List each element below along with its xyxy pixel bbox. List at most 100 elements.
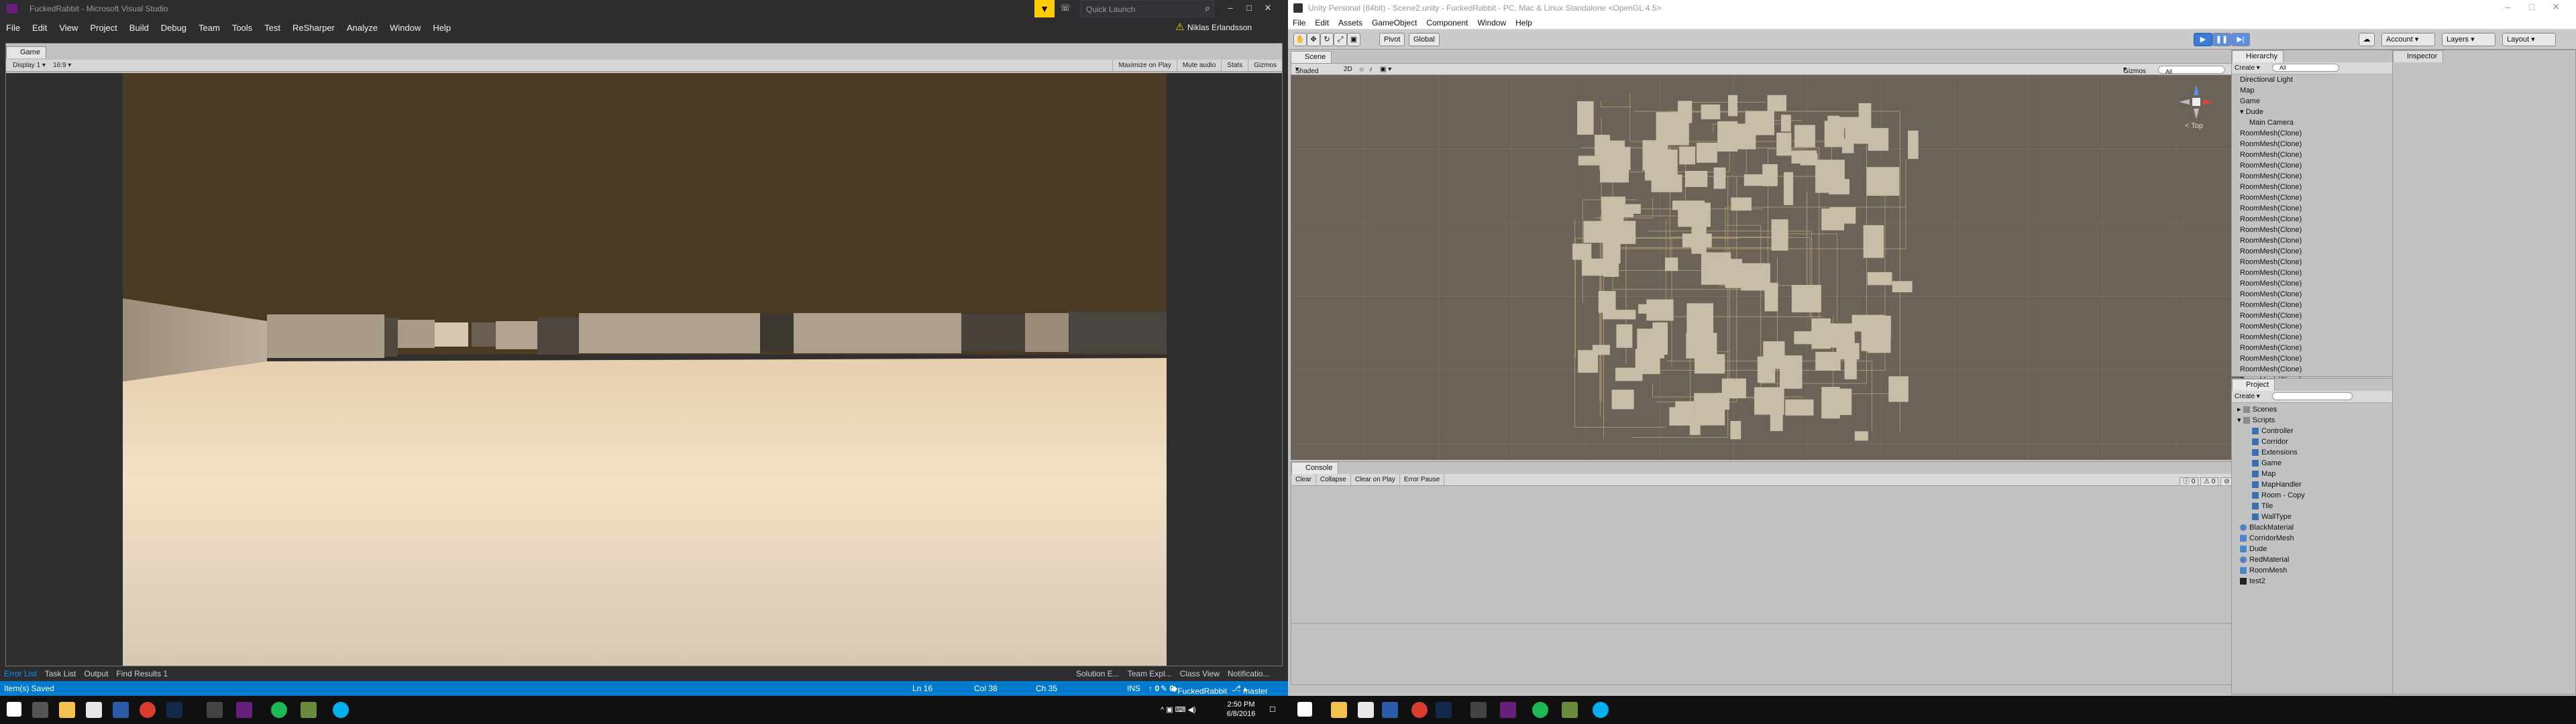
- hierarchy-item[interactable]: RoomMesh(Clone): [2232, 149, 2405, 160]
- maximize-icon[interactable]: □: [1240, 0, 1258, 13]
- scene-search-input[interactable]: All: [2158, 66, 2225, 75]
- vs-right-tab-3[interactable]: Notificatio...: [1224, 666, 1274, 681]
- hierarchy-item[interactable]: Map: [2232, 85, 2405, 96]
- pivot-toggle[interactable]: Pivot: [1379, 33, 1405, 46]
- hierarchy-item[interactable]: RoomMesh(Clone): [2232, 171, 2405, 182]
- project-item[interactable]: ▾ Scripts: [2232, 415, 2405, 426]
- filter-icon[interactable]: ▼: [1034, 0, 1055, 17]
- hierarchy-item[interactable]: ▾ Dude: [2232, 107, 2405, 117]
- game-viewport[interactable]: [123, 73, 1167, 666]
- view-label[interactable]: < Top: [2185, 122, 2203, 130]
- calculator-icon[interactable]: [113, 702, 129, 718]
- vs-menu-item-4[interactable]: Build: [123, 17, 155, 38]
- hierarchy-item[interactable]: RoomMesh(Clone): [2232, 300, 2405, 310]
- vs-bottom-tab-3[interactable]: Find Results 1: [112, 666, 172, 681]
- unity-taskbar-icon[interactable]: [1470, 702, 1487, 718]
- mode-2d-toggle[interactable]: 2D: [1344, 66, 1352, 73]
- windows-start-icon[interactable]: [7, 702, 21, 717]
- tab-inspector[interactable]: Inspector: [2393, 50, 2444, 62]
- move-tool-icon[interactable]: ✥: [1307, 33, 1320, 46]
- scene-gizmo[interactable]: [2176, 82, 2216, 122]
- hand-tool-icon[interactable]: ✋: [1293, 33, 1307, 46]
- notifications-icon[interactable]: ☐: [1269, 705, 1276, 714]
- play-icon[interactable]: ▶: [2194, 33, 2212, 46]
- hierarchy-item[interactable]: RoomMesh(Clone): [2232, 246, 2405, 257]
- vs-menu-item-0[interactable]: File: [0, 17, 26, 38]
- unity-menu-item-3[interactable]: GameObject: [1367, 16, 1421, 29]
- project-item[interactable]: CorridorMesh: [2232, 533, 2405, 544]
- hierarchy-item[interactable]: RoomMesh(Clone): [2232, 289, 2405, 300]
- hierarchy-create-button[interactable]: Create ▾: [2235, 64, 2260, 72]
- vs-user-name[interactable]: Niklas Erlandsson: [1187, 23, 1252, 32]
- project-item[interactable]: Room - Copy: [2232, 490, 2405, 501]
- vs-menu-item-11[interactable]: Window: [384, 17, 427, 38]
- hierarchy-item[interactable]: RoomMesh(Clone): [2232, 214, 2405, 225]
- project-item[interactable]: RedMaterial: [2232, 554, 2405, 565]
- hierarchy-item[interactable]: RoomMesh(Clone): [2232, 139, 2405, 149]
- project-item[interactable]: MapHandler: [2232, 479, 2405, 490]
- hierarchy-item[interactable]: RoomMesh(Clone): [2232, 267, 2405, 278]
- unity-menu-item-2[interactable]: Assets: [1334, 16, 1367, 29]
- tab-scene[interactable]: Scene: [1291, 51, 1332, 63]
- vs-menu-item-5[interactable]: Debug: [155, 17, 193, 38]
- console-warning-count[interactable]: ⚠ 0: [2200, 477, 2219, 486]
- vs-menu-item-9[interactable]: ReSharper: [286, 17, 341, 38]
- cloud-icon[interactable]: ☁: [2359, 33, 2375, 46]
- vs-menu-item-8[interactable]: Test: [258, 17, 286, 38]
- hierarchy-item[interactable]: RoomMesh(Clone): [2232, 192, 2405, 203]
- console-button-3[interactable]: Error Pause: [1400, 474, 1445, 485]
- shading-dropdown[interactable]: Shaded ▾: [1295, 66, 1318, 75]
- notepad-icon[interactable]: [86, 702, 102, 718]
- unity-menu-item-0[interactable]: File: [1288, 16, 1310, 29]
- vs-menu-item-2[interactable]: View: [53, 17, 84, 38]
- console-info-count[interactable]: ⓘ 0: [2180, 477, 2199, 486]
- status-branch[interactable]: ⎇ master ▴: [1232, 684, 1268, 696]
- vs-menu-item-7[interactable]: Tools: [226, 17, 258, 38]
- project-item[interactable]: Game: [2232, 458, 2405, 469]
- unity-taskbar-icon[interactable]: [207, 702, 223, 718]
- visual-studio-taskbar-icon[interactable]: [236, 702, 252, 718]
- effects-toggle-icon[interactable]: ▣ ▾: [1380, 66, 1391, 73]
- step-icon[interactable]: ▶|: [2231, 33, 2250, 46]
- audio-toggle-icon[interactable]: ♪: [1369, 66, 1373, 73]
- vs-menu-item-1[interactable]: Edit: [26, 17, 53, 38]
- tab-console[interactable]: Console: [1291, 462, 1339, 474]
- rect-tool-icon[interactable]: ▣: [1347, 33, 1360, 46]
- project-item[interactable]: Dude: [2232, 544, 2405, 554]
- pause-icon[interactable]: ❚❚: [2212, 33, 2231, 46]
- hierarchy-item[interactable]: RoomMesh(Clone): [2232, 257, 2405, 267]
- vs-bottom-tab-2[interactable]: Output: [80, 666, 112, 681]
- minimize-icon[interactable]: –: [1221, 0, 1240, 13]
- skype-icon[interactable]: [1593, 702, 1609, 718]
- hierarchy-item[interactable]: RoomMesh(Clone): [2232, 235, 2405, 246]
- minecraft-icon[interactable]: [1562, 702, 1578, 718]
- project-item[interactable]: ▸ Scenes: [2232, 404, 2405, 415]
- game-toolbar-button-2[interactable]: Stats: [1221, 60, 1248, 71]
- vs-right-tab-1[interactable]: Team Expl...: [1124, 666, 1176, 681]
- unity-menu-item-1[interactable]: Edit: [1310, 16, 1334, 29]
- hierarchy-item[interactable]: RoomMesh(Clone): [2232, 203, 2405, 214]
- project-item[interactable]: Tile: [2232, 501, 2405, 511]
- status-repo[interactable]: ◆ FuckedRabbit: [1171, 684, 1227, 696]
- vs-menu-item-10[interactable]: Analyze: [341, 17, 384, 38]
- game-toolbar-button-0[interactable]: Maximize on Play: [1112, 60, 1176, 71]
- steam-icon[interactable]: [166, 702, 182, 718]
- hierarchy-item[interactable]: RoomMesh(Clone): [2232, 160, 2405, 171]
- project-item[interactable]: BlackMaterial: [2232, 522, 2405, 533]
- search-icon[interactable]: ⌕: [1205, 3, 1210, 14]
- vs-menu-item-3[interactable]: Project: [84, 17, 123, 38]
- visual-studio-taskbar-icon[interactable]: [1500, 702, 1516, 718]
- unity-menu-item-4[interactable]: Component: [1421, 16, 1472, 29]
- close-icon[interactable]: ✕: [1258, 0, 1277, 13]
- spotify-icon[interactable]: [271, 702, 287, 718]
- gizmos-dropdown[interactable]: Gizmos ▾: [2123, 66, 2146, 75]
- scale-tool-icon[interactable]: ⤢: [1334, 33, 1347, 46]
- chrome-icon[interactable]: [1411, 702, 1428, 718]
- vs-bottom-tab-0[interactable]: Error List: [0, 666, 41, 681]
- vs-menu-item-12[interactable]: Help: [427, 17, 457, 38]
- project-item[interactable]: Extensions: [2232, 447, 2405, 458]
- vs-bottom-tab-1[interactable]: Task List: [41, 666, 80, 681]
- light-toggle-icon[interactable]: ☼: [1358, 66, 1364, 73]
- hierarchy-item[interactable]: RoomMesh(Clone): [2232, 278, 2405, 289]
- hierarchy-item[interactable]: RoomMesh(Clone): [2232, 310, 2405, 321]
